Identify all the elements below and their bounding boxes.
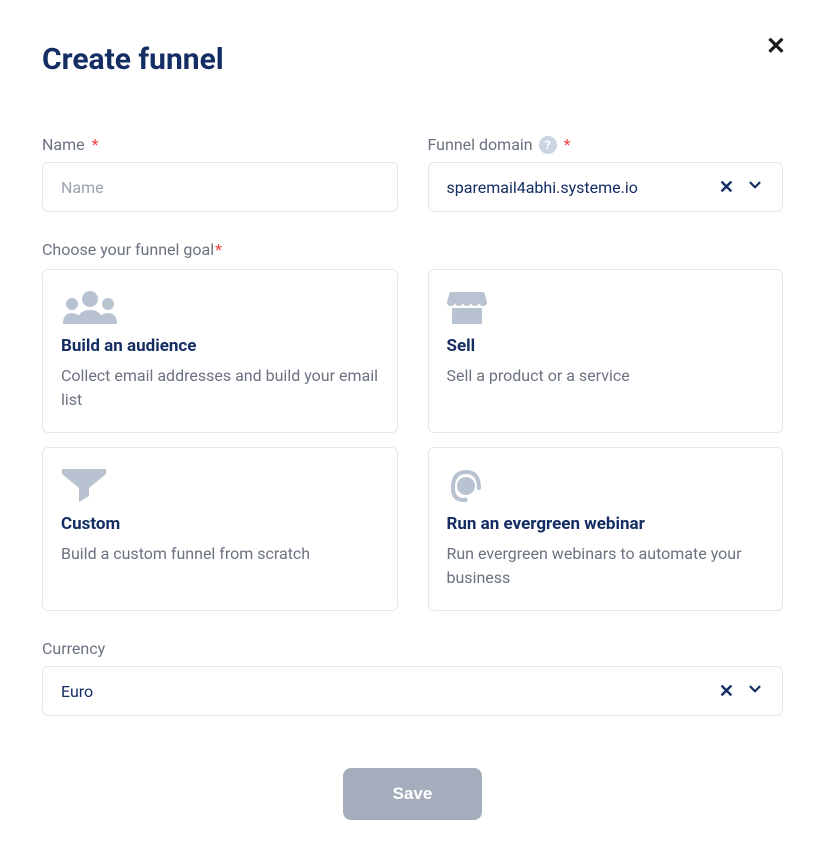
help-icon[interactable]: ? — [539, 136, 557, 154]
card-build-audience[interactable]: Build an audience Collect email addresse… — [42, 269, 398, 433]
audience-icon — [61, 290, 379, 324]
name-input[interactable] — [42, 162, 398, 212]
goal-label: Choose your funnel goal* — [42, 240, 783, 259]
currency-select[interactable]: Euro ✕ — [42, 666, 783, 716]
funnel-icon — [61, 468, 379, 502]
name-label: Name* — [42, 135, 398, 154]
page-title: Create funnel — [42, 42, 224, 77]
headset-icon — [447, 468, 765, 502]
card-desc: Collect email addresses and build your e… — [61, 364, 379, 412]
domain-label: Funnel domain ? * — [428, 135, 784, 154]
card-title: Run an evergreen webinar — [447, 514, 765, 534]
card-title: Build an audience — [61, 336, 379, 356]
currency-label: Currency — [42, 639, 783, 658]
store-icon — [447, 290, 765, 324]
card-title: Sell — [447, 336, 765, 356]
card-desc: Build a custom funnel from scratch — [61, 542, 379, 566]
card-custom[interactable]: Custom Build a custom funnel from scratc… — [42, 447, 398, 611]
currency-value: Euro — [61, 682, 719, 701]
card-sell[interactable]: Sell Sell a product or a service — [428, 269, 784, 433]
card-desc: Sell a product or a service — [447, 364, 765, 388]
clear-icon[interactable]: ✕ — [719, 177, 734, 198]
card-title: Custom — [61, 514, 379, 534]
clear-icon[interactable]: ✕ — [719, 681, 734, 702]
chevron-down-icon[interactable] — [746, 176, 764, 198]
card-webinar[interactable]: Run an evergreen webinar Run evergreen w… — [428, 447, 784, 611]
close-icon[interactable]: ✕ — [766, 34, 786, 58]
chevron-down-icon[interactable] — [746, 680, 764, 702]
domain-value: sparemail4abhi.systeme.io — [447, 178, 719, 197]
save-button[interactable]: Save — [343, 768, 483, 820]
domain-select[interactable]: sparemail4abhi.systeme.io ✕ — [428, 162, 784, 212]
card-desc: Run evergreen webinars to automate your … — [447, 542, 765, 590]
